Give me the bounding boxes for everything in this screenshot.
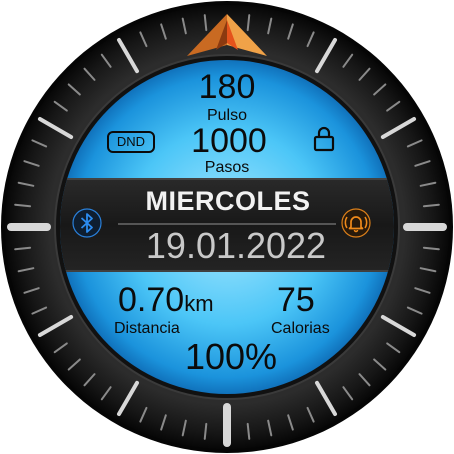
battery-value: 100% [184, 336, 278, 377]
steps-label: Pasos [204, 159, 250, 176]
distance-label: Distancia [114, 320, 180, 337]
steps-value: 1000 [191, 122, 267, 160]
distance-unit: km [184, 291, 214, 316]
alarm-bell-icon[interactable] [340, 207, 372, 239]
date-text: 19.01.2022 [145, 225, 327, 266]
distance-value: 0.70km [118, 283, 214, 317]
lock-icon[interactable] [313, 126, 335, 152]
bluetooth-icon[interactable] [71, 207, 103, 239]
pulse-value: 180 [198, 68, 256, 106]
day-name: MIERCOLES [145, 186, 311, 216]
distance-number: 0.70 [118, 281, 185, 319]
calories-value: 75 [277, 281, 315, 319]
calories-label: Calorias [271, 320, 330, 337]
dnd-badge[interactable]: DND [107, 131, 155, 153]
